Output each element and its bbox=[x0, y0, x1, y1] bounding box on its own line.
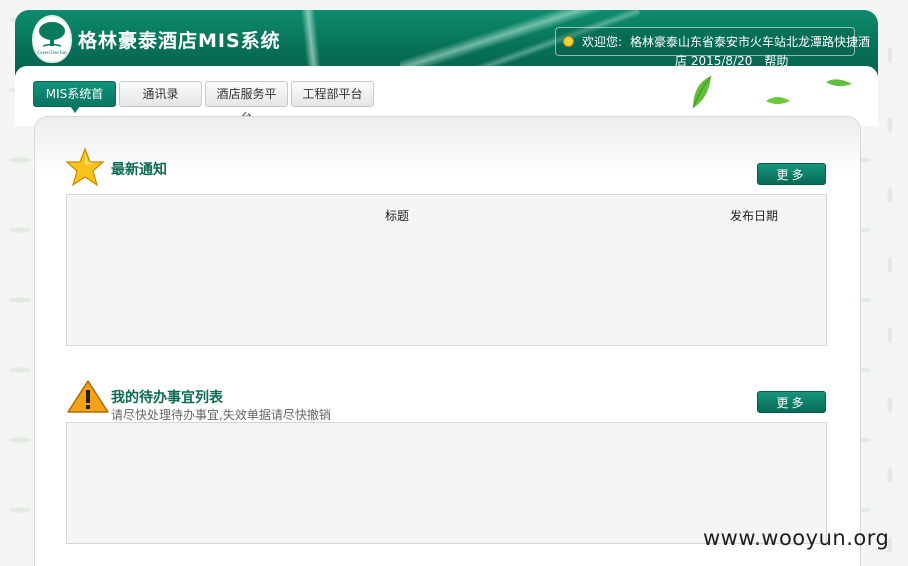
tab-hotel-service[interactable]: 酒店服务平台 bbox=[205, 81, 288, 125]
content-panel: 最新通知 更多 标题 发布日期 我的待办事宜列表 请尽快处理待办事宜,失效单据请… bbox=[34, 116, 861, 566]
leaf-icon bbox=[826, 79, 852, 87]
star-icon bbox=[66, 147, 104, 187]
main-tabs: MIS系统首页 通讯录 酒店服务平台 工程部平台 bbox=[33, 81, 377, 125]
column-header-date: 发布日期 bbox=[730, 209, 779, 223]
leaf-icon bbox=[766, 97, 790, 104]
todo-subtitle: 请尽快处理待办事宜,失效单据请尽快撤销 bbox=[111, 408, 331, 422]
app-shell: GreenTree Inn 格林豪泰酒店MIS系统 欢迎您: 格林豪泰山东省泰安市… bbox=[15, 10, 878, 566]
app-title: 格林豪泰酒店MIS系统 bbox=[78, 30, 281, 52]
tab-address-book[interactable]: 通讯录 bbox=[119, 81, 202, 107]
hotel-name: 格林豪泰山东省泰安市火车站北龙潭路快捷酒 bbox=[630, 35, 871, 49]
column-header-title: 标题 bbox=[385, 209, 410, 223]
svg-text:GreenTree Inn: GreenTree Inn bbox=[37, 51, 67, 56]
notices-table: 标题 发布日期 bbox=[66, 194, 827, 346]
user-info-line: 欢迎您: 格林豪泰山东省泰安市火车站北龙潭路快捷酒 bbox=[563, 33, 883, 51]
greentree-logo-icon: GreenTree Inn bbox=[32, 15, 72, 63]
tab-mis-home[interactable]: MIS系统首页 bbox=[33, 81, 116, 125]
warning-icon bbox=[67, 380, 109, 413]
welcome-label: 欢迎您: bbox=[582, 35, 623, 49]
tree-icon: GreenTree Inn bbox=[37, 22, 67, 56]
todo-more-button[interactable]: 更多 bbox=[757, 391, 826, 413]
notices-title: 最新通知 bbox=[111, 162, 167, 178]
smiley-icon bbox=[563, 36, 574, 47]
todo-title: 我的待办事宜列表 bbox=[111, 390, 223, 406]
tab-engineering[interactable]: 工程部平台 bbox=[291, 81, 374, 107]
leaf-icon bbox=[692, 75, 712, 109]
notices-more-button[interactable]: 更多 bbox=[757, 163, 826, 185]
watermark: www.wooyun.org bbox=[703, 526, 890, 550]
